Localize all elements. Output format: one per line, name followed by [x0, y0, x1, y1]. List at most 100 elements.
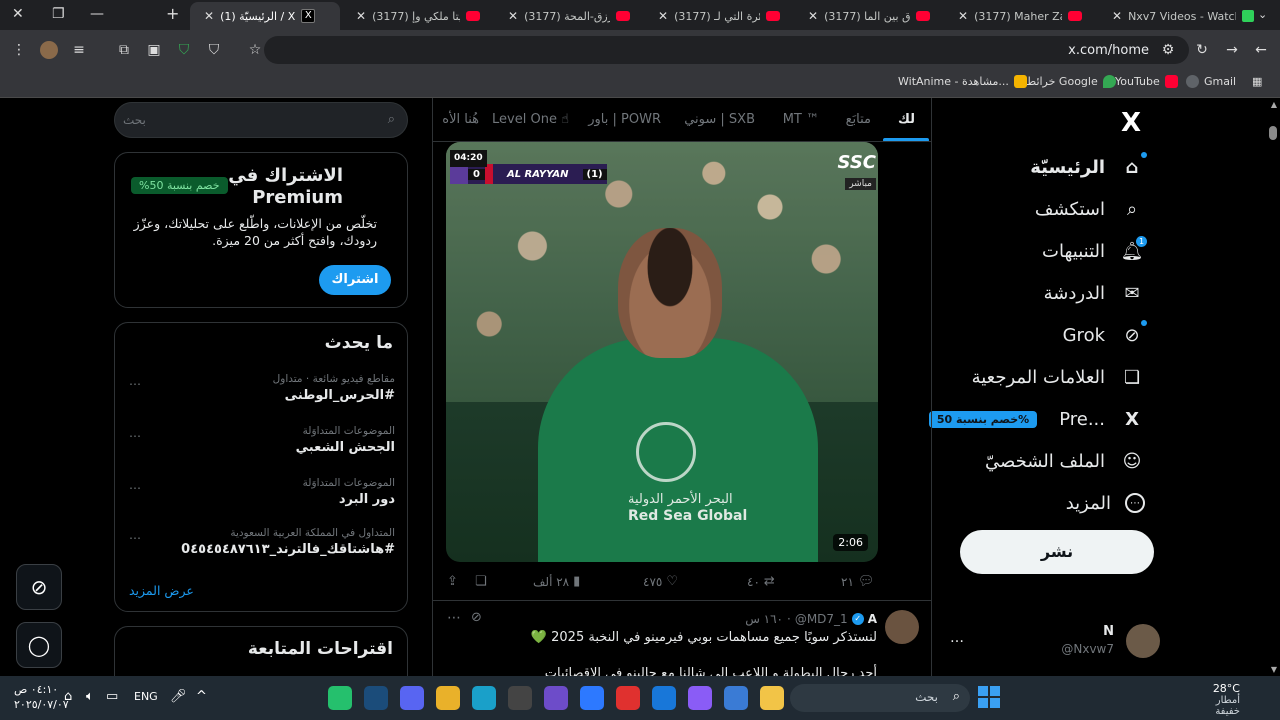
nav-profile[interactable]: ☺ الملف الشخصيّ	[985, 446, 1145, 476]
scroll-up-icon[interactable]: ▲	[1271, 100, 1277, 109]
nav-notifications[interactable]: 🔔︎ 1 التنبيهات	[1042, 236, 1147, 266]
post-handle[interactable]: @MD7_1	[795, 612, 848, 626]
tab-list-huna[interactable]: هُنا الأه	[442, 112, 479, 127]
windows-start-icon[interactable]	[978, 686, 1000, 708]
media-control-icon[interactable]: ≡	[70, 41, 88, 59]
copilot-icon[interactable]	[688, 686, 712, 710]
post[interactable]: ١٦٠ س · @MD7_1 ✓ A ⋯ ⊘ لنستذكر سويًا جمي…	[433, 604, 931, 676]
tab-following[interactable]: متابَع	[846, 112, 871, 127]
more-icon[interactable]: ⋯	[129, 531, 141, 545]
browser-tab[interactable]: ✕ (3177) الفرق بين الما	[794, 2, 944, 30]
scrollbar-thumb[interactable]	[1269, 126, 1277, 140]
microphone-icon[interactable]: 🎤︎	[170, 689, 187, 704]
chat-floating-icon[interactable]: ◯	[16, 622, 62, 668]
close-icon[interactable]: ✕	[1112, 9, 1122, 23]
more-icon[interactable]: ⋯	[129, 429, 141, 443]
bookmark-post-button[interactable]: ❏	[475, 574, 487, 589]
bookmark-maps[interactable]: خرائط Google	[1026, 75, 1116, 88]
steam-icon[interactable]	[364, 686, 388, 710]
more-icon[interactable]: …	[950, 630, 964, 646]
trend-item[interactable]: المتداول في المملكة العربية السعودية #ها…	[115, 527, 409, 571]
show-more-link[interactable]: عرض المزيد	[129, 583, 194, 598]
tab-for-you[interactable]: لك	[898, 112, 915, 127]
bookmark-star-icon[interactable]: ☆	[246, 41, 264, 59]
browser-tab[interactable]: ✕ Nxv7 Videos - Watch	[1098, 2, 1268, 30]
site-settings-icon[interactable]: ⚙	[1159, 41, 1177, 59]
menu-dots-icon[interactable]: ⋮	[10, 41, 28, 59]
close-icon[interactable]: ✕	[508, 9, 518, 23]
volume-icon[interactable]: 🔈︎	[86, 689, 94, 704]
nav-grok[interactable]: ⊘ Grok	[1063, 320, 1147, 350]
tray-overflow-icon[interactable]: ^	[196, 689, 207, 704]
extension-icon[interactable]: ▣	[145, 41, 163, 59]
chrome-icon[interactable]	[436, 686, 460, 710]
weather-widget[interactable]: 28°C أمطار خفيفة	[1188, 682, 1240, 717]
close-icon[interactable]: ✕	[808, 9, 818, 23]
address-bar[interactable]: x.com/home ⚙	[264, 36, 1189, 64]
bookmark-gmail[interactable]: Gmail	[1186, 75, 1236, 88]
browser-tab-active[interactable]: ✕ (1) الرئيسيّة / X X	[190, 2, 340, 30]
more-icon[interactable]: ⋯	[447, 610, 461, 626]
tab-list-level-one[interactable]: Level One ☝	[492, 112, 569, 127]
reply-button[interactable]: ٢١ 💬︎	[841, 574, 874, 589]
discord-icon[interactable]	[400, 686, 424, 710]
dropbox-icon[interactable]	[580, 686, 604, 710]
scroll-down-icon[interactable]: ▼	[1271, 665, 1277, 674]
epic-games-icon[interactable]	[508, 686, 532, 710]
trend-item[interactable]: مقاطع فيديو شائعة · متداول #الحرس_الوطنى…	[115, 373, 409, 417]
restore-window-icon[interactable]: ❐	[52, 6, 65, 22]
views-button[interactable]: ٢٨ ألف ▮	[533, 574, 580, 589]
browser-tab[interactable]: ✕ (3177) ناديتا ملكي وإ	[342, 2, 494, 30]
repost-button[interactable]: ٤٠ ⇄	[747, 574, 775, 589]
like-button[interactable]: ٤٧٥ ♡	[643, 574, 678, 589]
back-icon[interactable]: →	[1223, 41, 1241, 59]
post-time[interactable]: ١٦٠ س	[745, 612, 783, 626]
display-icon[interactable]: ▭	[106, 689, 118, 704]
video-player[interactable]: البحر الأحمر الدولية Red Sea Global 04:2…	[446, 142, 878, 562]
close-icon[interactable]: ✕	[658, 9, 668, 23]
reload-icon[interactable]: ↻	[1193, 41, 1211, 59]
close-icon[interactable]: ✕	[204, 9, 214, 23]
post-author-name[interactable]: A	[868, 612, 877, 626]
bookmark-witanime[interactable]: WitAnime - مشاهدة...	[898, 75, 1027, 88]
extensions-icon[interactable]: ⧉	[115, 41, 133, 59]
grok-floating-icon[interactable]: ⊘	[16, 564, 62, 610]
browser-tab[interactable]: ✕ (3177) الطائرة التي لـ	[644, 2, 794, 30]
page-scrollbar[interactable]: ▲ ▼	[1266, 98, 1280, 676]
grok-icon[interactable]: ⊘	[471, 610, 482, 625]
edge-icon[interactable]	[472, 686, 496, 710]
share-button[interactable]: ⇪	[447, 574, 458, 589]
profile-avatar-icon[interactable]	[40, 41, 58, 59]
system-clock[interactable]: ٠٤:١٠ ص ٢٠٢٥/٠٧/٠٧	[14, 682, 69, 712]
input-language[interactable]: ENG	[134, 690, 158, 703]
close-window-icon[interactable]: ✕	[12, 6, 24, 22]
microsoft-store-icon[interactable]	[724, 686, 748, 710]
bookmarks-folder-icon[interactable]: ▦	[1252, 75, 1262, 88]
trend-item[interactable]: الموضوعات المتداوَلة دور البرد ⋯	[115, 477, 409, 521]
nav-premium[interactable]: X ...Pre %خصم بنسبة 50	[928, 404, 1145, 434]
close-icon[interactable]: ✕	[958, 9, 968, 23]
trend-item[interactable]: الموضوعات المتداوَلة الجحش الشعبي ⋯	[115, 425, 409, 469]
bookmark-youtube[interactable]: YouTube	[1115, 75, 1178, 88]
app-red-icon[interactable]	[616, 686, 640, 710]
nav-more[interactable]: ⋯ المزيد	[1066, 488, 1145, 518]
browser-tab[interactable]: ✕ (3177) رشا رزق-المحة	[494, 2, 644, 30]
avatar[interactable]	[885, 610, 919, 644]
forward-icon[interactable]: ←	[1252, 41, 1270, 59]
post-button[interactable]: نشر	[960, 530, 1154, 574]
tab-list-sxb[interactable]: سوني | SXB	[684, 112, 755, 127]
nav-bookmarks[interactable]: ❏ العلامات المرجعية	[972, 362, 1145, 392]
search-input[interactable]: بحث ⌕	[114, 102, 408, 138]
tab-search-icon[interactable]: ⌄	[1258, 8, 1267, 21]
tab-list-powr[interactable]: باور | POWR	[588, 112, 661, 127]
browser-tab[interactable]: ✕ (3177) Maher Zain &	[944, 2, 1096, 30]
file-explorer-icon[interactable]	[760, 686, 784, 710]
shield-extension-icon[interactable]: ⛉	[175, 41, 193, 59]
nav-explore[interactable]: ⌕ استكشف	[1035, 194, 1145, 224]
more-icon[interactable]: ⋯	[129, 377, 141, 391]
account-switcher[interactable]: N @Nxvw7 …	[950, 618, 1160, 662]
minimize-window-icon[interactable]: —	[90, 6, 104, 22]
x-logo-icon[interactable]: X	[1118, 108, 1144, 138]
app-green-icon[interactable]	[328, 686, 352, 710]
close-icon[interactable]: ✕	[356, 9, 366, 23]
